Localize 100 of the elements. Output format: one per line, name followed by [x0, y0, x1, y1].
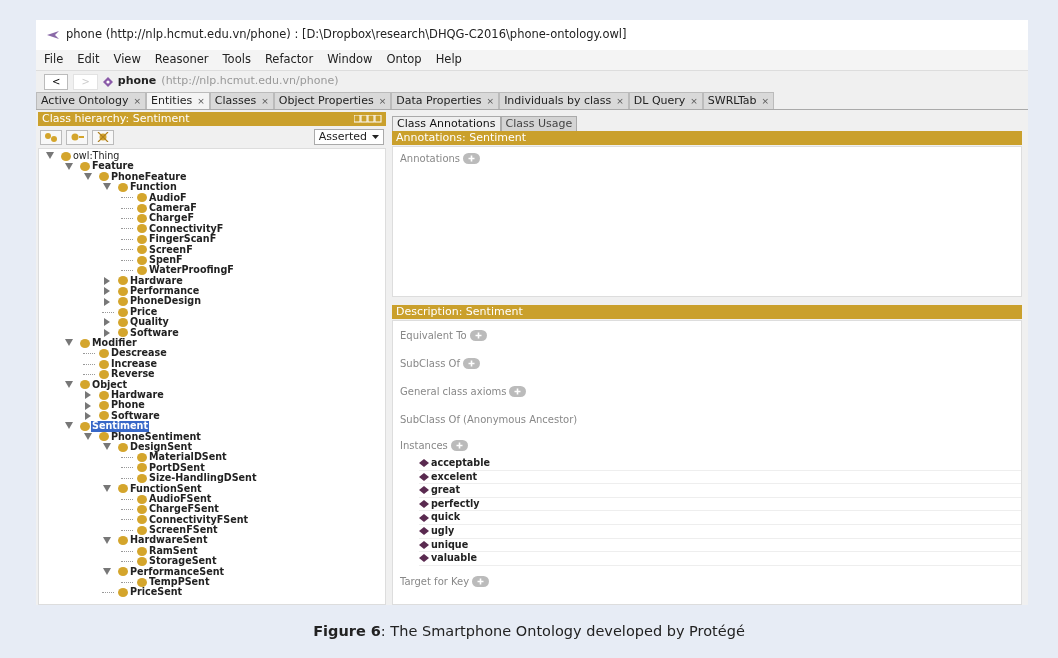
tree-item[interactable]: Increase	[110, 358, 158, 370]
tab[interactable]: Active Ontology ×	[36, 92, 147, 109]
close-icon[interactable]: ×	[378, 96, 387, 106]
collapse-icon[interactable]	[102, 536, 114, 545]
instance-item[interactable]: ugly	[431, 524, 455, 539]
tree-item[interactable]: FingerScanF	[148, 234, 218, 245]
tab[interactable]: Data Properties ×	[391, 92, 500, 109]
tab[interactable]: Entities ×	[146, 92, 210, 109]
instance-item[interactable]: perfectly	[431, 496, 480, 512]
close-icon[interactable]: ×	[197, 96, 205, 106]
tree-item[interactable]: Function	[129, 182, 178, 193]
tab-label: DL Query	[633, 94, 686, 107]
tree-item[interactable]: Software	[129, 327, 180, 339]
tree-item[interactable]: AudioFSent	[148, 493, 213, 505]
tree-item[interactable]: StorageSent	[148, 556, 218, 567]
collapse-icon[interactable]	[102, 484, 114, 493]
instance-item[interactable]: great	[431, 483, 461, 498]
tree-item[interactable]: Feature	[91, 161, 135, 172]
back-button[interactable]: <	[44, 73, 69, 90]
tree-item[interactable]: ScreenF	[148, 244, 194, 255]
tree-item[interactable]: Size-HandlingDSent	[148, 473, 258, 484]
tree-item[interactable]: CameraF	[148, 202, 198, 214]
tree-item[interactable]: Hardware	[110, 390, 165, 401]
tree-item[interactable]: ConnectivityFSent	[148, 514, 250, 526]
close-icon[interactable]: ×	[486, 96, 495, 106]
tree-item[interactable]: Software	[110, 410, 161, 422]
tree-item[interactable]: FunctionSent	[129, 483, 203, 494]
collapse-icon[interactable]	[45, 152, 57, 161]
tree-item[interactable]: RamSent	[148, 545, 199, 557]
instance-item[interactable]: valuable	[431, 551, 477, 566]
tree-item[interactable]: owl:Thing	[72, 151, 121, 162]
tree-item[interactable]: Modifier	[91, 338, 138, 349]
collapse-icon[interactable]	[64, 162, 76, 171]
menu-item[interactable]: Help	[435, 51, 462, 69]
close-icon[interactable]: ×	[133, 96, 142, 106]
tree-item[interactable]: Reverse	[110, 369, 156, 380]
collapse-icon[interactable]	[83, 172, 95, 181]
tab[interactable]: Classes ×	[209, 92, 274, 109]
collapse-icon[interactable]	[64, 422, 76, 431]
instance-item[interactable]: acceptable	[431, 456, 490, 471]
menu-item[interactable]: Reasoner	[154, 51, 209, 69]
tree-item[interactable]: MaterialDSent	[148, 452, 228, 463]
close-icon[interactable]: ×	[690, 96, 698, 106]
instance-item[interactable]: quick	[431, 510, 461, 525]
tab[interactable]: Class Annotations	[392, 116, 501, 131]
tree-item[interactable]: Object	[91, 379, 129, 390]
menu-item[interactable]: Tools	[222, 51, 251, 69]
menu-item[interactable]: Window	[327, 51, 373, 69]
tree-item[interactable]: DesignSent	[129, 441, 193, 453]
close-icon[interactable]: ×	[616, 96, 624, 106]
collapse-icon[interactable]	[64, 380, 76, 389]
add-subclass-icon	[44, 132, 58, 142]
section-label: General class axioms	[400, 384, 507, 399]
delete-class-button[interactable]	[92, 129, 114, 145]
tree-item[interactable]: Quality	[129, 317, 170, 328]
tree-item[interactable]: SpenF	[148, 254, 184, 266]
close-icon[interactable]: ×	[261, 96, 269, 106]
view-mode-dropdown[interactable]: Asserted	[313, 129, 384, 145]
section-label: Instances	[400, 438, 448, 453]
tree-item[interactable]: PriceSent	[129, 587, 184, 598]
collapse-icon[interactable]	[83, 432, 95, 441]
tree-item[interactable]: Performance	[129, 286, 201, 297]
tree-item[interactable]: Phone	[110, 400, 146, 411]
tree-item[interactable]: PhoneSentiment	[110, 431, 202, 442]
instance-item[interactable]: excelent	[431, 469, 478, 485]
instance-item[interactable]: unique	[431, 537, 469, 553]
tab[interactable]: Object Properties ×	[273, 92, 392, 109]
section-title: Annotations: Sentiment	[396, 131, 527, 145]
tree-item[interactable]: PerformanceSent	[129, 566, 226, 578]
tree-item[interactable]: ScreenFSent	[148, 525, 219, 536]
tree-item[interactable]: ChargeF	[148, 213, 195, 224]
menu-item[interactable]: Ontop	[386, 51, 422, 69]
collapse-icon[interactable]	[102, 183, 114, 192]
tab[interactable]: SWRLTab ×	[702, 92, 775, 109]
tree-item[interactable]: ChargeFSent	[148, 504, 220, 515]
collapse-icon[interactable]	[102, 567, 114, 576]
tree-item[interactable]: AudioF	[148, 192, 188, 203]
tree-item[interactable]: Price	[129, 306, 159, 318]
collapse-icon[interactable]	[102, 443, 114, 452]
collapse-icon[interactable]	[64, 339, 76, 348]
tree-item[interactable]: TempPSent	[148, 577, 211, 588]
menu-item[interactable]: File	[44, 51, 64, 69]
tree-item[interactable]: PortDSent	[148, 462, 206, 474]
tree-item[interactable]: PhoneDesign	[129, 296, 202, 307]
tree-item[interactable]: Hardware	[129, 275, 184, 287]
tab[interactable]: Class Usage	[500, 116, 578, 131]
tree-item[interactable]: WaterProofingF	[148, 265, 235, 276]
tab[interactable]: DL Query ×	[628, 92, 703, 109]
tree-item[interactable]: PhoneFeature	[110, 171, 188, 183]
tree-item[interactable]: Sentiment	[91, 421, 150, 432]
menu-item[interactable]: View	[113, 51, 141, 69]
tree-item[interactable]: ConnectivityF	[148, 223, 225, 235]
tree-item[interactable]: Descrease	[110, 348, 168, 359]
close-icon[interactable]: ×	[761, 96, 770, 106]
menu-item[interactable]: Edit	[77, 51, 100, 69]
app-icon	[46, 30, 60, 40]
ontology-icon	[102, 76, 113, 87]
tree-item[interactable]: HardwareSent	[129, 535, 209, 546]
menu-item[interactable]: Refactor	[264, 51, 314, 69]
tab[interactable]: Individuals by class ×	[499, 92, 629, 109]
